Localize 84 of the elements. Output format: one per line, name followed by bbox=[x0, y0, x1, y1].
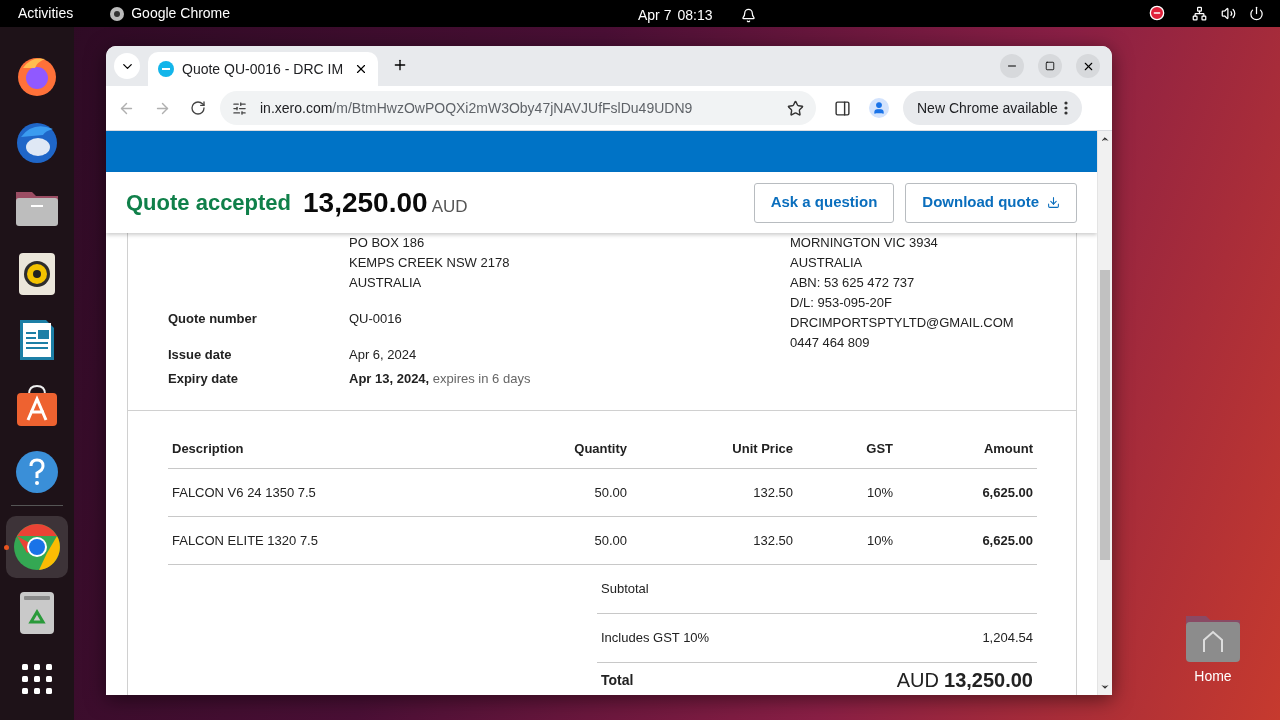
trash-icon bbox=[18, 590, 56, 636]
table-cell-text: 50.00 bbox=[593, 531, 628, 550]
column-header: Description bbox=[171, 439, 245, 458]
profile-icon[interactable] bbox=[869, 98, 889, 118]
running-indicator bbox=[4, 545, 9, 550]
dock-item[interactable] bbox=[6, 516, 68, 578]
activities-button[interactable]: Activities bbox=[18, 3, 74, 24]
update-chrome-button[interactable]: New Chrome available bbox=[903, 91, 1082, 125]
network-icon bbox=[1192, 5, 1207, 21]
do-not-disturb-icon bbox=[1149, 5, 1165, 21]
gst-value: 1,204.54 bbox=[982, 629, 1033, 648]
table-cell-text: 132.50 bbox=[752, 531, 794, 550]
bell-icon bbox=[740, 8, 756, 23]
issue-date-label: Issue date bbox=[168, 346, 233, 364]
question-button[interactable]: Ask a question bbox=[753, 182, 895, 223]
tab-search-button[interactable] bbox=[114, 53, 140, 79]
address-line: DRCIMPORTSPTYLTD@GMAIL.COM bbox=[790, 314, 1014, 332]
chrome-small-icon bbox=[109, 5, 126, 22]
table-cell-text: FALCON V6 24 1350 7.5 bbox=[171, 483, 317, 502]
favicon-icon bbox=[158, 61, 174, 77]
total-label: Total bbox=[601, 671, 634, 689]
column-header: Amount bbox=[982, 439, 1034, 458]
download-button[interactable]: Download quote bbox=[905, 182, 1077, 223]
column-header: Unit Price bbox=[731, 439, 794, 458]
address-line: AUSTRALIA bbox=[349, 274, 423, 292]
address-line: 0447 464 809 bbox=[790, 334, 871, 352]
quote-number: QU-0016 bbox=[349, 310, 403, 328]
column-header: Quantity bbox=[573, 439, 628, 458]
minimize-button[interactable] bbox=[1000, 54, 1024, 78]
scroll-down-icon[interactable] bbox=[1100, 682, 1110, 692]
scroll-up-icon[interactable] bbox=[1100, 134, 1110, 144]
chrome-icon bbox=[13, 523, 61, 571]
clock-date[interactable]: Apr 7 bbox=[638, 5, 672, 26]
reload-icon[interactable] bbox=[190, 100, 206, 116]
clock-time[interactable]: 08:13 bbox=[677, 5, 713, 26]
expiry-date-label: Expiry date bbox=[168, 370, 240, 388]
document-icon bbox=[18, 318, 56, 362]
close-window-button[interactable] bbox=[1076, 54, 1100, 78]
app-name[interactable]: Google Chrome bbox=[131, 3, 231, 24]
quote-currency: AUD bbox=[431, 195, 468, 218]
table-cell-text: 6,625.00 bbox=[981, 483, 1034, 502]
address-line: KEMPS CREEK NSW 2178 bbox=[349, 254, 511, 272]
url-text: in.xero.com/m/BtmHwzOwPOQXi2mW3Oby47jNAVJUfFslDu49UDN9 bbox=[260, 98, 693, 118]
maximize-button[interactable] bbox=[1038, 54, 1062, 78]
help-icon bbox=[15, 450, 59, 494]
gst-label: Includes GST 10% bbox=[601, 629, 710, 648]
address-line: MORNINGTON VIC 3934 bbox=[790, 234, 939, 252]
power-icon bbox=[1249, 5, 1264, 21]
expiry-date: Apr 13, 2024, expires in 6 days bbox=[349, 370, 532, 388]
address-line: ABN: 53 625 472 737 bbox=[790, 274, 916, 292]
address-line: PO BOX 186 bbox=[349, 234, 426, 252]
home-label[interactable]: Home bbox=[1194, 666, 1232, 687]
table-cell-text: 10% bbox=[865, 531, 894, 550]
app-grid-icon bbox=[21, 663, 53, 695]
shopping-bag-icon bbox=[15, 384, 59, 428]
address-line: AUSTRALIA bbox=[790, 254, 864, 272]
quote-number-label: Quote number bbox=[168, 310, 258, 328]
address-bar[interactable]: in.xero.com/m/BtmHwzOwPOQXi2mW3Oby47jNAVJUfFslDu49UDN9 bbox=[220, 91, 816, 125]
more-icon bbox=[1063, 101, 1068, 115]
quote-amount: 13,250.00 bbox=[303, 185, 428, 220]
volume-icon bbox=[1221, 5, 1236, 21]
address-line: D/L: 953-095-20F bbox=[790, 294, 893, 312]
side-panel-icon[interactable] bbox=[834, 99, 851, 117]
table-cell-text: 10% bbox=[865, 483, 894, 502]
table-cell-text: 6,625.00 bbox=[981, 531, 1034, 550]
site-settings-icon bbox=[232, 100, 247, 116]
bookmark-star-icon[interactable] bbox=[787, 99, 804, 117]
subtotal-label: Subtotal bbox=[601, 580, 649, 599]
tab-title: Quote QU-0016 - DRC IM bbox=[182, 59, 345, 79]
download-icon bbox=[1047, 196, 1060, 209]
close-icon[interactable] bbox=[354, 62, 368, 76]
scrollbar-thumb[interactable] bbox=[1100, 270, 1110, 560]
table-cell-text: 132.50 bbox=[752, 483, 794, 502]
maximize-icon bbox=[1045, 61, 1055, 71]
table-cell-text: 50.00 bbox=[593, 483, 628, 502]
browser-tab[interactable]: Quote QU-0016 - DRC IM bbox=[148, 52, 378, 86]
new-tab-icon[interactable] bbox=[392, 57, 408, 73]
total-amount: 13,250.00 bbox=[944, 669, 1033, 691]
speaker-icon bbox=[18, 252, 56, 296]
table-cell-text: FALCON ELITE 1320 7.5 bbox=[171, 531, 319, 550]
total-currency: AUD bbox=[896, 669, 939, 691]
issue-date: Apr 6, 2024 bbox=[349, 346, 418, 364]
column-header: GST bbox=[865, 439, 894, 458]
quote-status: Quote accepted bbox=[126, 189, 292, 217]
